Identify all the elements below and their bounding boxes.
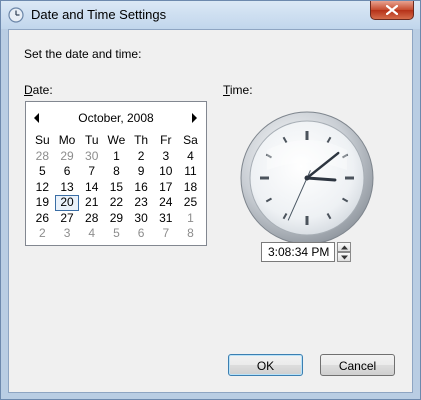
weekday-header: Tu	[84, 133, 99, 147]
calendar-day[interactable]: 27	[55, 211, 80, 227]
calendar-day[interactable]: 16	[129, 180, 154, 196]
calendar-day[interactable]: 4	[178, 149, 203, 165]
time-spinner[interactable]	[337, 242, 351, 262]
close-button[interactable]	[370, 1, 414, 20]
calendar-day[interactable]: 23	[129, 195, 154, 211]
calendar-day[interactable]: 1	[178, 211, 203, 227]
calendar-day[interactable]: 6	[55, 164, 80, 180]
next-month-button[interactable]	[189, 111, 199, 123]
calendar-day[interactable]: 6	[129, 226, 154, 242]
date-label: Date:	[24, 83, 53, 97]
time-label: Time:	[223, 83, 253, 97]
calendar-month-year[interactable]: October, 2008	[46, 111, 186, 125]
weekday-header: Sa	[183, 133, 198, 147]
hour-hand	[305, 176, 337, 182]
calendar-day[interactable]: 3	[55, 226, 80, 242]
arrow-right-icon	[192, 113, 197, 123]
calendar-day[interactable]: 17	[153, 180, 178, 196]
calendar-day[interactable]: 26	[30, 211, 55, 227]
calendar-day[interactable]: 7	[153, 226, 178, 242]
calendar-day[interactable]: 31	[153, 211, 178, 227]
dialog-body: Set the date and time: Date: Time: Octob…	[8, 29, 413, 393]
calendar-day[interactable]: 4	[79, 226, 104, 242]
calendar-day[interactable]: 3	[153, 149, 178, 165]
calendar-day[interactable]: 8	[178, 226, 203, 242]
calendar-day-grid: Su Mo Tu We Th Fr Sa 28 29 30 1 2 3 4 5 6 7 8 9 10 11 12 13 14 1…	[30, 133, 203, 242]
calendar-day[interactable]: 30	[79, 149, 104, 165]
instruction-text: Set the date and time:	[24, 47, 142, 61]
calendar-day[interactable]: 21	[79, 195, 104, 211]
time-increment-button[interactable]	[337, 242, 351, 252]
calendar-day[interactable]: 15	[104, 180, 129, 196]
calendar-day[interactable]: 2	[129, 149, 154, 165]
calendar-day[interactable]: 28	[79, 211, 104, 227]
arrow-down-icon	[341, 255, 348, 260]
calendar-day[interactable]: 30	[129, 211, 154, 227]
calendar-day[interactable]: 18	[178, 180, 203, 196]
calendar-day[interactable]: 28	[30, 149, 55, 165]
date-time-settings-window: Date and Time Settings Set the date and …	[0, 0, 421, 400]
cancel-button[interactable]: Cancel	[320, 354, 395, 376]
calendar-control[interactable]: October, 2008 Su Mo Tu We Th Fr Sa 28 29 30 1 2 3 4 5 6…	[25, 101, 207, 246]
calendar-day[interactable]: 2	[30, 226, 55, 242]
weekday-header: Su	[35, 133, 50, 147]
calendar-day[interactable]: 5	[104, 226, 129, 242]
calendar-day[interactable]: 22	[104, 195, 129, 211]
calendar-day[interactable]: 29	[104, 211, 129, 227]
calendar-day[interactable]: 24	[153, 195, 178, 211]
calendar-day[interactable]: 19	[30, 195, 55, 211]
close-icon	[386, 5, 398, 15]
analog-clock	[239, 110, 375, 251]
weekday-header: Th	[134, 133, 149, 147]
arrow-up-icon	[341, 245, 348, 250]
arrow-left-icon	[34, 113, 39, 123]
weekday-header: Fr	[160, 133, 172, 147]
time-decrement-button[interactable]	[337, 252, 351, 262]
calendar-day[interactable]: 14	[79, 180, 104, 196]
calendar-day[interactable]: 13	[55, 180, 80, 196]
previous-month-button[interactable]	[32, 111, 42, 123]
calendar-day[interactable]: 7	[79, 164, 104, 180]
calendar-day[interactable]: 9	[129, 164, 154, 180]
time-input[interactable]: 3:08:34 PM	[261, 242, 335, 262]
ok-button[interactable]: OK	[228, 354, 303, 376]
calendar-day[interactable]: 10	[153, 164, 178, 180]
calendar-day-selected[interactable]: 20	[54, 195, 80, 211]
calendar-day[interactable]: 11	[178, 164, 203, 180]
calendar-day[interactable]: 25	[178, 195, 203, 211]
window-title: Date and Time Settings	[31, 7, 167, 22]
weekday-header: Mo	[58, 133, 76, 147]
calendar-day[interactable]: 29	[55, 149, 80, 165]
title-bar[interactable]: Date and Time Settings	[1, 1, 420, 29]
calendar-day[interactable]: 1	[104, 149, 129, 165]
calendar-day[interactable]: 8	[104, 164, 129, 180]
weekday-header: We	[107, 133, 126, 147]
calendar-day[interactable]: 12	[30, 180, 55, 196]
calendar-day[interactable]: 5	[30, 164, 55, 180]
clock-app-icon	[8, 7, 24, 23]
